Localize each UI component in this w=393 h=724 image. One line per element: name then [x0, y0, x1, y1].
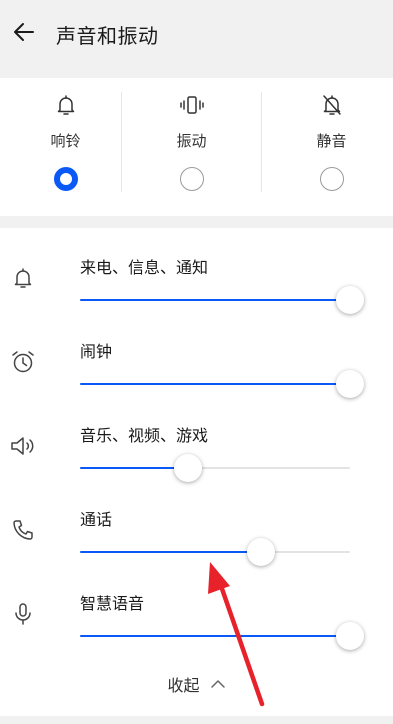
divider: [121, 92, 122, 192]
mode-label-vibrate: 振动: [176, 132, 207, 150]
slider-thumb[interactable]: [336, 286, 364, 314]
slider-fill: [80, 383, 350, 385]
slider-fill: [80, 635, 350, 637]
volume-card: 来电、信息、通知 闹钟 音乐、视频、游戏 通话 智慧语音 收起: [0, 228, 393, 716]
volume-row-call: 通话: [0, 480, 393, 566]
volume-slider[interactable]: [80, 538, 350, 566]
arrow-left-icon: [14, 23, 34, 41]
volume-slider[interactable]: [80, 286, 364, 314]
radio-ring[interactable]: [53, 167, 78, 191]
bell-icon: [9, 264, 37, 292]
collapse-label: 收起: [167, 676, 200, 695]
phone-icon: [9, 516, 37, 544]
volume-label: 来电、信息、通知: [80, 258, 209, 277]
volume-row-alarm: 闹钟: [0, 312, 393, 398]
volume-row-media: 音乐、视频、游戏: [0, 396, 393, 482]
volume-label: 智慧语音: [80, 594, 145, 613]
ring-mode-card: 响铃 振动 静音: [0, 78, 393, 216]
header: 声音和振动: [0, 0, 393, 66]
volume-label: 通话: [80, 510, 113, 529]
volume-label: 音乐、视频、游戏: [80, 426, 209, 445]
slider-fill: [80, 299, 350, 301]
volume-row-ringtone: 来电、信息、通知: [0, 228, 393, 314]
mode-silent[interactable]: 静音: [266, 78, 393, 216]
vibrate-icon: [179, 92, 205, 118]
back-button[interactable]: [8, 16, 40, 48]
volume-slider[interactable]: [80, 370, 364, 398]
volume-row-voice-assistant: 智慧语音: [0, 564, 393, 650]
collapse-button[interactable]: 收起: [0, 669, 393, 699]
mode-label-ring: 响铃: [50, 132, 81, 150]
alarm-clock-icon: [9, 348, 37, 376]
mode-vibrate[interactable]: 振动: [126, 78, 257, 216]
mode-label-silent: 静音: [316, 132, 347, 150]
radio-silent[interactable]: [319, 167, 344, 191]
bell-icon: [53, 92, 79, 118]
slider-thumb[interactable]: [246, 538, 275, 566]
speaker-icon: [9, 432, 37, 460]
chevron-up-icon: [210, 679, 226, 689]
bell-off-icon: [319, 92, 345, 118]
volume-label: 闹钟: [80, 342, 113, 361]
slider-thumb[interactable]: [336, 622, 364, 650]
slider-thumb[interactable]: [336, 370, 364, 398]
microphone-icon: [9, 600, 37, 628]
radio-vibrate[interactable]: [179, 167, 204, 191]
volume-slider[interactable]: [80, 454, 350, 482]
mode-ring[interactable]: 响铃: [0, 78, 131, 216]
slider-fill: [80, 551, 261, 553]
divider: [261, 92, 262, 192]
page-title: 声音和振动: [56, 24, 159, 48]
volume-slider[interactable]: [80, 622, 364, 650]
slider-thumb[interactable]: [174, 454, 202, 482]
slider-fill: [80, 467, 188, 469]
